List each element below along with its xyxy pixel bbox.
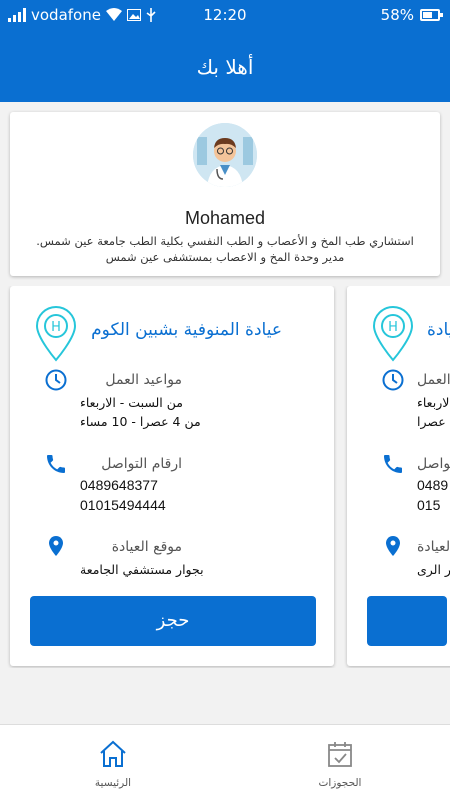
working-days: من السبت - الاربعاء <box>80 395 183 410</box>
nav-item-bookings[interactable]: الحجوزات <box>290 725 390 800</box>
hospital-pin-icon: H <box>372 306 414 362</box>
working-hours-label: مواعيد العمل <box>105 372 182 388</box>
phone-number[interactable]: 015 <box>417 497 440 513</box>
clinic-card: H عيادة مواعيد العمل من السبت - الاربعاء… <box>347 286 450 666</box>
clock-icon <box>45 369 67 391</box>
doctor-name: Mohamed <box>184 208 266 228</box>
page-title: أهلا بك <box>196 55 254 79</box>
nav-item-home[interactable]: الرئيسية <box>63 725 163 800</box>
svg-text:H: H <box>51 320 61 335</box>
status-bar: vodafone 12:20 58% <box>0 0 450 32</box>
battery-icon <box>420 9 443 21</box>
clinic-location: بجوار مستشفي الجامعة <box>80 562 204 577</box>
clinic-location-label: موقع العيادة <box>111 539 182 555</box>
phone-number[interactable]: 01015494444 <box>80 497 166 513</box>
phone-number[interactable]: 0489 <box>417 477 448 493</box>
nav-home-label: الرئيسية <box>94 777 132 789</box>
clinic-title: عيادة المنوفية بشبين الكوم <box>91 320 282 340</box>
contact-numbers-label: ارقام التواصل <box>417 456 450 472</box>
working-time: من 4 عصرا - 10 مساء <box>80 414 201 429</box>
bottom-navigation: الرئيسية الحجوزات <box>0 724 450 800</box>
doctor-description: استشاري طب المخ و الأعصاب و الطب النفسي … <box>20 233 430 265</box>
doctor-icon <box>193 123 257 187</box>
app-bar: أهلا بك <box>0 32 450 102</box>
working-time: من 4 عصرا <box>417 414 450 429</box>
book-button[interactable] <box>367 596 447 646</box>
location-pin-icon <box>386 536 400 556</box>
phone-icon <box>47 455 65 473</box>
home-icon <box>100 740 126 767</box>
doctor-description-line2: مدير وحدة المخ و الاعصاب بمستشفى عين شمس <box>105 250 345 264</box>
working-days: من السبت - الاربعاء <box>417 395 450 410</box>
clinic-card: H عيادة المنوفية بشبين الكوم مواعيد العم… <box>10 286 334 666</box>
doctor-avatar <box>193 123 257 187</box>
working-hours-label: مواعيد العمل <box>417 372 450 388</box>
nav-bookings-label: الحجوزات <box>318 777 362 789</box>
phone-icon <box>384 455 402 473</box>
doctor-description-line1: استشاري طب المخ و الأعصاب و الطب النفسي … <box>36 234 414 248</box>
calendar-check-icon <box>328 742 352 767</box>
clinic-title: عيادة <box>427 320 450 340</box>
doctor-profile-card: Mohamed استشاري طب المخ و الأعصاب و الطب… <box>10 112 440 276</box>
hospital-pin-icon: H <box>35 306 77 362</box>
clinic-location-label: موقع العيادة <box>417 539 450 555</box>
svg-text:H: H <box>388 320 398 335</box>
clock-icon <box>382 369 404 391</box>
battery-percent: 58% <box>380 6 414 24</box>
clinic-location: بجوار الرى <box>417 562 450 577</box>
location-pin-icon <box>49 536 63 556</box>
phone-number[interactable]: 0489648377 <box>80 477 158 493</box>
clinics-carousel[interactable]: H عيادة المنوفية بشبين الكوم مواعيد العم… <box>0 286 450 668</box>
contact-numbers-label: ارقام التواصل <box>101 456 182 472</box>
book-button[interactable]: حجز <box>30 596 316 646</box>
